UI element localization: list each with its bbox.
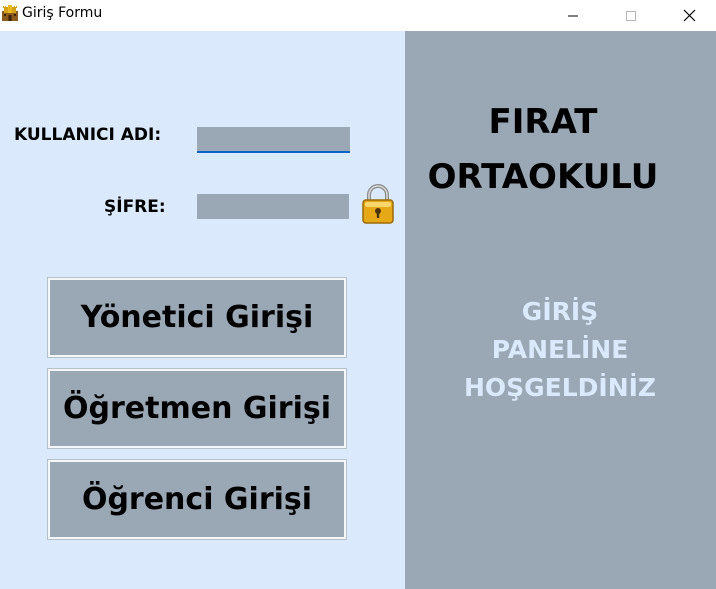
password-label: ŞİFRE:	[104, 197, 166, 217]
teacher-login-button[interactable]: Öğretmen Girişi	[47, 368, 347, 449]
window-title: Giriş Formu	[22, 5, 103, 21]
close-button[interactable]	[666, 0, 712, 31]
school-name-line-2: ORTAOKULU	[427, 157, 659, 197]
school-name-line-1: FIRAT	[488, 102, 598, 142]
castle-icon	[2, 5, 18, 21]
password-field[interactable]	[197, 194, 349, 219]
lock-icon	[362, 184, 394, 224]
close-icon	[683, 9, 695, 22]
maximize-button[interactable]	[608, 0, 654, 31]
admin-login-button[interactable]: Yönetici Girişi	[47, 277, 347, 358]
welcome-line-3: HOŞGELDİNİZ	[463, 373, 657, 402]
student-login-button[interactable]: Öğrenci Girişi	[47, 459, 347, 540]
minimize-button[interactable]	[550, 0, 596, 31]
welcome-message: GİRİŞ PANELİNE HOŞGELDİNİZ	[445, 293, 675, 407]
minimize-icon	[568, 15, 578, 16]
maximize-icon	[626, 10, 636, 21]
welcome-line-2: PANELİNE	[491, 335, 629, 364]
welcome-line-1: GİRİŞ	[521, 297, 599, 326]
info-panel: FIRAT ORTAOKULU GİRİŞ PANELİNE HOŞGELDİN…	[405, 31, 716, 589]
username-label: KULLANICI ADI:	[14, 125, 162, 145]
login-panel: KULLANICI ADI: ŞİFRE: Yönetici Girişi Öğ…	[0, 31, 405, 589]
username-field[interactable]	[197, 127, 350, 153]
title-bar: Giriş Formu	[0, 0, 716, 31]
school-name: FIRAT ORTAOKULU	[405, 95, 681, 205]
